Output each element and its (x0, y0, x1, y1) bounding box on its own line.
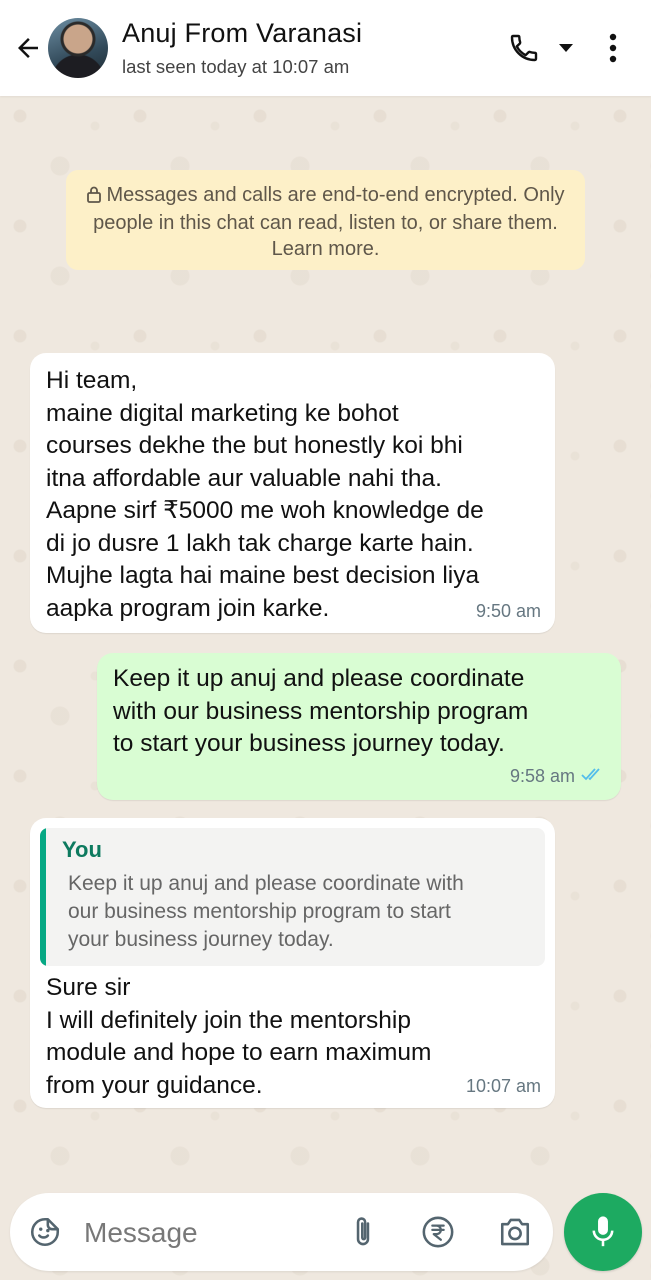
payment-rupee-icon[interactable] (420, 1213, 456, 1251)
message-text: Hi team, maine digital marketing ke boho… (46, 367, 484, 622)
sticker-emoji-icon[interactable] (26, 1213, 64, 1251)
quote-author: You (62, 837, 102, 862)
message-time: 9:50 am (475, 600, 541, 621)
more-vert-icon[interactable] (598, 28, 628, 68)
quote-text: Keep it up anuj and please coordinate wi… (68, 872, 464, 951)
quoted-message[interactable]: You Keep it up anuj and please coordinat… (40, 828, 545, 966)
message-input[interactable] (82, 1213, 326, 1253)
mic-button[interactable] (564, 1193, 642, 1271)
back-arrow-icon[interactable] (10, 30, 46, 66)
encryption-notice-text: Messages and calls are end-to-end encryp… (93, 184, 565, 260)
message-incoming-reply[interactable]: You Keep it up anuj and please coordinat… (30, 818, 555, 1108)
last-seen-status: last seen today at 10:07 am (122, 56, 350, 77)
chat-header: Anuj From Varanasi last seen today at 10… (0, 0, 651, 96)
attach-paperclip-icon[interactable] (346, 1213, 380, 1251)
camera-icon[interactable] (496, 1213, 534, 1251)
avatar[interactable] (48, 18, 108, 78)
message-text: Keep it up anuj and please coordinate wi… (113, 665, 529, 757)
message-time: 10:07 am (465, 1075, 541, 1096)
message-meta: 9:58 am (510, 760, 605, 793)
message-time: 9:58 am (509, 765, 575, 786)
dropdown-caret-icon[interactable] (556, 38, 576, 58)
phone-icon[interactable] (506, 30, 542, 66)
message-outgoing[interactable]: Keep it up anuj and please coordinate wi… (97, 653, 621, 800)
contact-name[interactable]: Anuj From Varanasi (122, 18, 362, 49)
quote-bar (40, 828, 46, 966)
read-ticks-icon (581, 760, 605, 793)
message-incoming[interactable]: Hi team, maine digital marketing ke boho… (30, 353, 555, 633)
mic-icon (592, 1216, 614, 1247)
encryption-notice[interactable]: Messages and calls are end-to-end encryp… (66, 170, 585, 270)
message-composer (10, 1193, 553, 1271)
lock-icon (86, 184, 102, 210)
